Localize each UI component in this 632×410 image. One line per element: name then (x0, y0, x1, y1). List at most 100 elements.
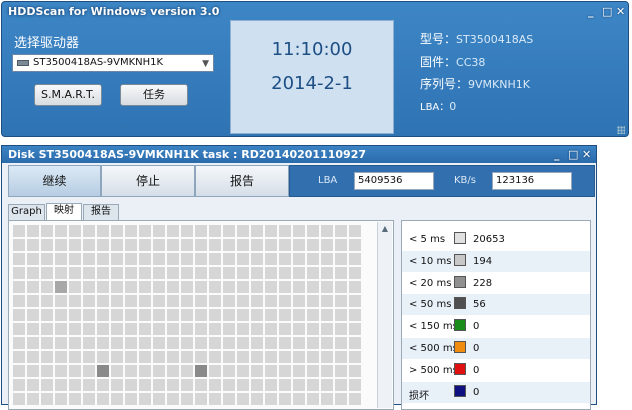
map-block (41, 323, 53, 335)
task-maximize-button[interactable]: □ (568, 148, 578, 161)
tab-report[interactable]: 报告 (83, 204, 119, 220)
map-block (209, 295, 221, 307)
map-block (97, 393, 109, 405)
map-block (349, 295, 361, 307)
map-block (335, 323, 347, 335)
task-window: Disk ST3500418AS-9VMKNH1K task : RD20140… (1, 145, 597, 410)
map-block (279, 239, 291, 251)
lba-label: LBA (318, 175, 338, 186)
map-block (125, 225, 137, 237)
smart-button[interactable]: S.M.A.R.T. (34, 84, 102, 106)
map-block (97, 351, 109, 363)
map-block (97, 253, 109, 265)
map-block (153, 337, 165, 349)
map-block (83, 379, 95, 391)
map-block (139, 309, 151, 321)
map-block (13, 393, 25, 405)
map-block (125, 253, 137, 265)
map-block (181, 239, 193, 251)
minimize-button[interactable]: _ (588, 5, 594, 18)
close-button[interactable]: ✕ (616, 5, 625, 18)
tasks-button[interactable]: 任务 (120, 84, 188, 106)
map-block (265, 267, 277, 279)
tab-map[interactable]: 映射 (46, 203, 82, 220)
map-block (307, 225, 319, 237)
map-block (307, 365, 319, 377)
map-block (335, 295, 347, 307)
legend-row: > 500 ms 0 (402, 360, 590, 381)
map-block (167, 393, 179, 405)
maximize-button[interactable]: □ (602, 5, 612, 18)
map-block (293, 295, 305, 307)
map-block (209, 323, 221, 335)
legend-label: < 20 ms (409, 277, 452, 289)
map-block (111, 309, 123, 321)
map-block (209, 309, 221, 321)
map-block (223, 351, 235, 363)
map-block (97, 281, 109, 293)
map-block (293, 379, 305, 391)
map-block (125, 337, 137, 349)
map-block (111, 225, 123, 237)
map-block (153, 351, 165, 363)
map-block (349, 239, 361, 251)
map-scrollbar[interactable]: ▲ (377, 222, 392, 408)
map-block (69, 393, 81, 405)
map-block (55, 281, 67, 293)
map-block (69, 309, 81, 321)
legend-swatch (454, 275, 466, 288)
map-block (27, 295, 39, 307)
map-block (265, 365, 277, 377)
map-block (55, 337, 67, 349)
map-block (209, 351, 221, 363)
map-block (265, 225, 277, 237)
tab-graph[interactable]: Graph (8, 204, 45, 220)
map-block (223, 239, 235, 251)
legend-count: 228 (473, 277, 493, 289)
map-block (69, 225, 81, 237)
legend-count: 0 (473, 321, 480, 333)
map-block (41, 379, 53, 391)
map-block (27, 337, 39, 349)
dropdown-arrow-icon[interactable]: ▼ (202, 56, 209, 72)
continue-button[interactable]: 继续 (8, 165, 101, 197)
map-block (181, 267, 193, 279)
stop-button[interactable]: 停止 (101, 165, 195, 197)
map-block (251, 309, 263, 321)
map-block (223, 281, 235, 293)
map-block (13, 225, 25, 237)
map-block (349, 351, 361, 363)
map-block (223, 295, 235, 307)
map-block (13, 337, 25, 349)
map-block (153, 365, 165, 377)
map-block (293, 365, 305, 377)
task-close-button[interactable]: ✕ (582, 148, 591, 161)
legend-count: 0 (473, 343, 480, 354)
map-block (83, 337, 95, 349)
map-block (251, 239, 263, 251)
map-block (307, 309, 319, 321)
map-block (223, 253, 235, 265)
map-block (293, 267, 305, 279)
map-block (83, 267, 95, 279)
map-block (111, 323, 123, 335)
map-block (55, 253, 67, 265)
map-block (167, 323, 179, 335)
map-block (349, 225, 361, 237)
map-block (251, 379, 263, 391)
map-block (69, 351, 81, 363)
map-block (237, 253, 249, 265)
map-block (139, 351, 151, 363)
map-block (111, 351, 123, 363)
report-button[interactable]: 报告 (195, 165, 289, 197)
map-block (265, 281, 277, 293)
scroll-up-arrow-icon[interactable]: ▲ (378, 224, 392, 233)
drive-select[interactable]: ST3500418AS-9VMKNH1K ▼ (12, 54, 214, 72)
map-block (181, 295, 193, 307)
map-block (69, 239, 81, 251)
resize-grip-icon[interactable] (617, 126, 625, 134)
map-block (293, 393, 305, 405)
task-minimize-button[interactable]: _ (554, 148, 560, 161)
map-block (139, 239, 151, 251)
map-block (181, 393, 193, 405)
